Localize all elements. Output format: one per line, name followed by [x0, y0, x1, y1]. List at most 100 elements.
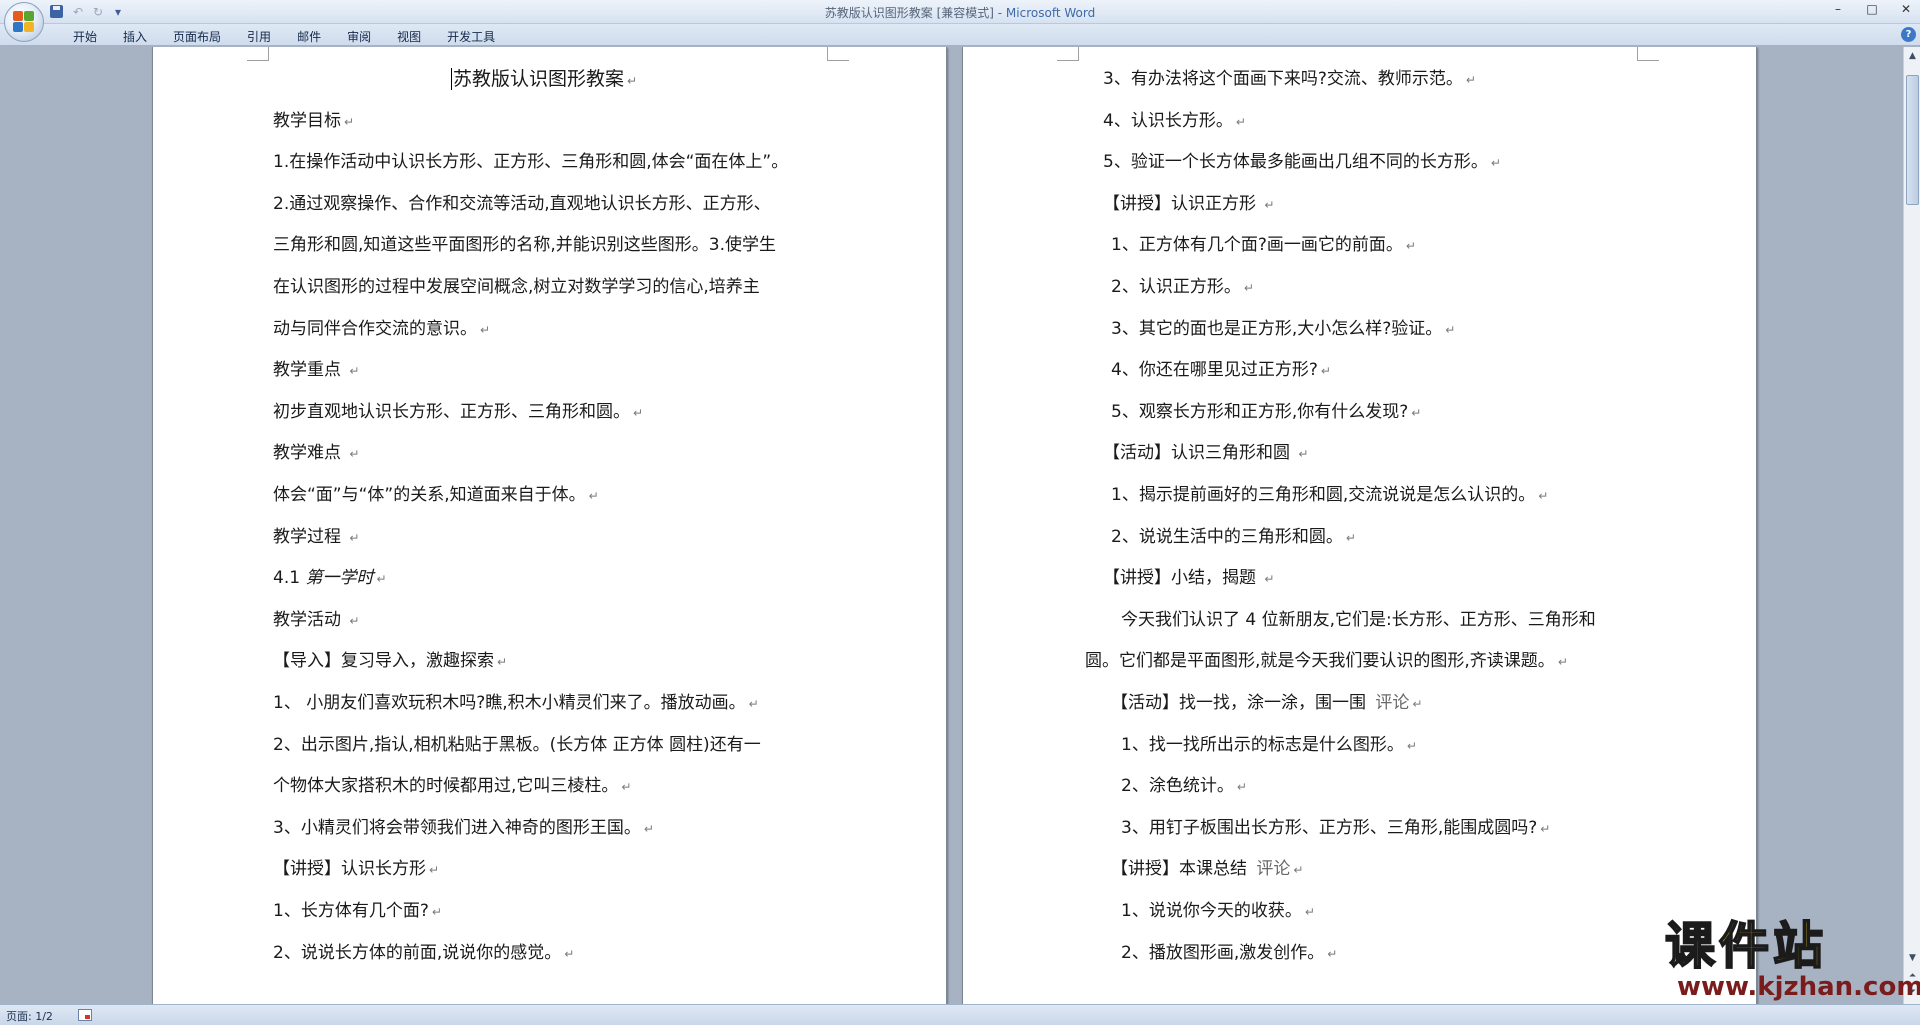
line-text: 【讲授】认识长方形: [273, 859, 426, 880]
text-line: 个物体大家搭积木的时候都用过,它叫三棱柱。 ↵: [273, 775, 631, 798]
window-title: 苏教版认识图形教案 [兼容模式] - Microsoft Word: [0, 4, 1920, 21]
line-text: 三角形和圆,知道这些平面图形的名称,并能识别这些图形。3.使学生: [273, 235, 777, 256]
paragraph-mark-icon: ↵: [349, 364, 360, 379]
text-line: 2、出示图片,指认,相机粘贴于黑板。(长方体 正方体 圆柱)还有一: [273, 734, 761, 756]
line-text: 体会“面”与“体”的关系,知道面来自于体。: [273, 485, 586, 505]
margin-corner: [1057, 47, 1079, 61]
line-text: 初步直观地认识长方形、正方形、三角形和圆。: [273, 401, 630, 422]
text-line: 在认识图形的过程中发展空间概念,树立对数学学习的信心,培养主: [273, 276, 760, 298]
line-text: 5、验证一个长方体最多能画出几组不同的长方形。: [1103, 152, 1488, 173]
maximize-button[interactable]: □: [1864, 2, 1880, 16]
ribbon-tab[interactable]: 邮件: [284, 27, 334, 46]
proofing-icon[interactable]: [78, 1009, 92, 1021]
line-text: 4.1: [273, 568, 306, 589]
ribbon-tab[interactable]: 插入: [110, 27, 160, 46]
ribbon-tab[interactable]: 审阅: [334, 27, 384, 46]
line-text: 1.在操作活动中认识长方形、正方形、三角形和圆,体会“面在体上”。: [273, 152, 789, 173]
paragraph-mark-icon: ↵: [1235, 114, 1246, 129]
line-text: 教学难点: [273, 443, 347, 464]
line-text: 【活动】认识三角形和圆: [1103, 443, 1296, 464]
vertical-scrollbar[interactable]: ▲ ▼ ⏶ ⏷: [1903, 47, 1920, 1004]
scroll-up-icon[interactable]: ▲: [1905, 49, 1920, 64]
watermark-logo: 课件站 www.kjzhan.com: [1664, 917, 1920, 1004]
line-text: 5、观察长方形和正方形,你有什么发现?: [1111, 401, 1409, 422]
comment-marker[interactable]: 评论: [1256, 859, 1290, 879]
line-text: 2.通过观察操作、合作和交流等活动,直观地认识长方形、正方形、: [273, 193, 771, 214]
line-text: 【活动】找一找，涂一涂，围一围: [1111, 693, 1372, 713]
text-line: 圆。它们都是平面图形,就是今天我们要认识的图形,齐读课题。 ↵: [1085, 650, 1568, 673]
margin-corner: [827, 47, 849, 61]
text-line: 1、正方体有几个面?画一画它的前面。 ↵: [1111, 234, 1416, 257]
line-text: 个物体大家搭积木的时候都用过,它叫三棱柱。: [273, 776, 619, 797]
line-text: 3、用钉子板围出长方形、正方形、三角形,能围成圆吗?: [1121, 817, 1538, 838]
paragraph-mark-icon: ↵: [1264, 197, 1275, 212]
paragraph-mark-icon: ↵: [633, 405, 644, 420]
line-text: 【讲授】认识正方形: [1103, 193, 1262, 214]
close-button[interactable]: ✕: [1898, 2, 1914, 16]
line-text: 3、有办法将这个面画下来吗?交流、教师示范。: [1103, 69, 1463, 89]
ribbon-tab[interactable]: 视图: [384, 27, 434, 46]
paragraph-mark-icon: ↵: [1264, 572, 1275, 587]
text-line: 2、说说生活中的三角形和圆。 ↵: [1111, 526, 1356, 549]
ribbon-tab[interactable]: 引用: [234, 27, 284, 46]
page-2[interactable]: 3、有办法将这个面画下来吗?交流、教师示范。 ↵ 4、认识长方形。 ↵ 5、验证一个长方…: [962, 47, 1757, 1004]
text-line: 【活动】认识三角形和圆 ↵: [1103, 442, 1308, 465]
paragraph-mark-icon: ↵: [1540, 821, 1551, 836]
paragraph-mark-icon: ↵: [431, 905, 442, 919]
page-count[interactable]: 页面: 1/2: [6, 1008, 53, 1024]
text-line: 4、你还在哪里见过正方形? ↵: [1111, 359, 1331, 382]
paragraph-mark-icon: ↵: [621, 780, 632, 795]
comment-marker[interactable]: 评论: [1375, 693, 1409, 713]
page-1[interactable]: 苏教版认识图形教案 ↵ 教学目标 ↵ 1.在操作活动中认识长方形、正方形、三角形和圆,体…: [152, 47, 947, 1004]
line-text: 动与同伴合作交流的意识。: [273, 318, 477, 339]
text-line: 教学难点 ↵: [273, 442, 359, 465]
scrollbar-thumb[interactable]: [1906, 75, 1919, 205]
ribbon-tab[interactable]: 开发工具: [434, 27, 508, 46]
text-line: 体会“面”与“体”的关系,知道面来自于体。 ↵: [273, 484, 599, 507]
line-text: 今天我们认识了 4 位新朋友,它们是:长方形、正方形、三角形和: [1121, 609, 1596, 630]
minimize-button[interactable]: –: [1830, 2, 1846, 16]
paragraph-mark-icon: ↵: [349, 613, 360, 628]
help-icon[interactable]: ?: [1901, 27, 1916, 42]
text-line: 教学过程 ↵: [273, 526, 359, 549]
line-text: 2、涂色统计。: [1121, 776, 1234, 797]
text-line: 3、有办法将这个面画下来吗?交流、教师示范。 ↵: [1103, 68, 1476, 91]
line-text: 2、说说生活中的三角形和圆。: [1111, 526, 1343, 547]
paragraph-mark-icon: ↵: [1490, 156, 1501, 171]
paragraph-mark-icon: ↵: [1412, 697, 1423, 711]
line-text: 教学重点: [273, 360, 347, 381]
line-text: 1、揭示提前画好的三角形和圆,交流说说是怎么认识的。: [1111, 485, 1536, 505]
paragraph-mark-icon: ↵: [1538, 489, 1549, 503]
window-controls: – □ ✕: [1830, 2, 1914, 16]
text-line: 2.通过观察操作、合作和交流等活动,直观地认识长方形、正方形、: [273, 193, 771, 215]
line-text: 1、长方体有几个面?: [273, 901, 429, 921]
document-title: 苏教版认识图形教案 [兼容模式] -: [824, 6, 1006, 20]
line-text: 2、说说长方体的前面,说说你的感觉。: [273, 942, 562, 963]
line-italic-text: 第一学时: [305, 568, 374, 589]
scroll-down-icon[interactable]: ▼: [1905, 951, 1920, 966]
ribbon-tab[interactable]: 开始: [60, 27, 110, 46]
ribbon-tab[interactable]: 页面布局: [160, 27, 234, 46]
office-button[interactable]: [4, 2, 44, 42]
paragraph-mark-icon: ↵: [1411, 405, 1422, 420]
text-line: 【讲授】认识正方形 ↵: [1103, 193, 1274, 216]
paragraph-mark-icon: ↵: [1445, 322, 1456, 337]
paragraph-mark-icon: ↵: [643, 821, 654, 836]
text-line: 1、长方体有几个面? ↵: [273, 900, 442, 923]
line-text: 2、播放图形画,激发创作。: [1121, 942, 1325, 963]
text-line: 2、播放图形画,激发创作。 ↵: [1121, 942, 1337, 965]
text-line: 2、说说长方体的前面,说说你的感觉。 ↵: [273, 942, 574, 965]
text-line: 今天我们认识了 4 位新朋友,它们是:长方形、正方形、三角形和: [1121, 609, 1596, 631]
line-text: 1、找一找所出示的标志是什么图形。: [1121, 734, 1404, 755]
text-cursor: [451, 68, 452, 90]
text-line: 3、其它的面也是正方形,大小怎么样?验证。 ↵: [1111, 318, 1455, 341]
line-text: 2、出示图片,指认,相机粘贴于黑板。(长方体 正方体 圆柱)还有一: [273, 734, 761, 755]
paragraph-mark-icon: ↵: [1236, 780, 1247, 795]
line-text: 3、小精灵们将会带领我们进入神奇的图形王国。: [273, 817, 641, 838]
paragraph-mark-icon: ↵: [429, 863, 440, 878]
text-line: 【活动】找一找，涂一涂，围一围 评论 ↵: [1111, 692, 1422, 715]
line-text: 【讲授】本课总结: [1111, 859, 1253, 880]
paragraph-mark-icon: ↵: [1320, 364, 1331, 379]
paragraph-mark-icon: ↵: [349, 447, 360, 462]
line-text: 3、其它的面也是正方形,大小怎么样?验证。: [1111, 318, 1443, 339]
